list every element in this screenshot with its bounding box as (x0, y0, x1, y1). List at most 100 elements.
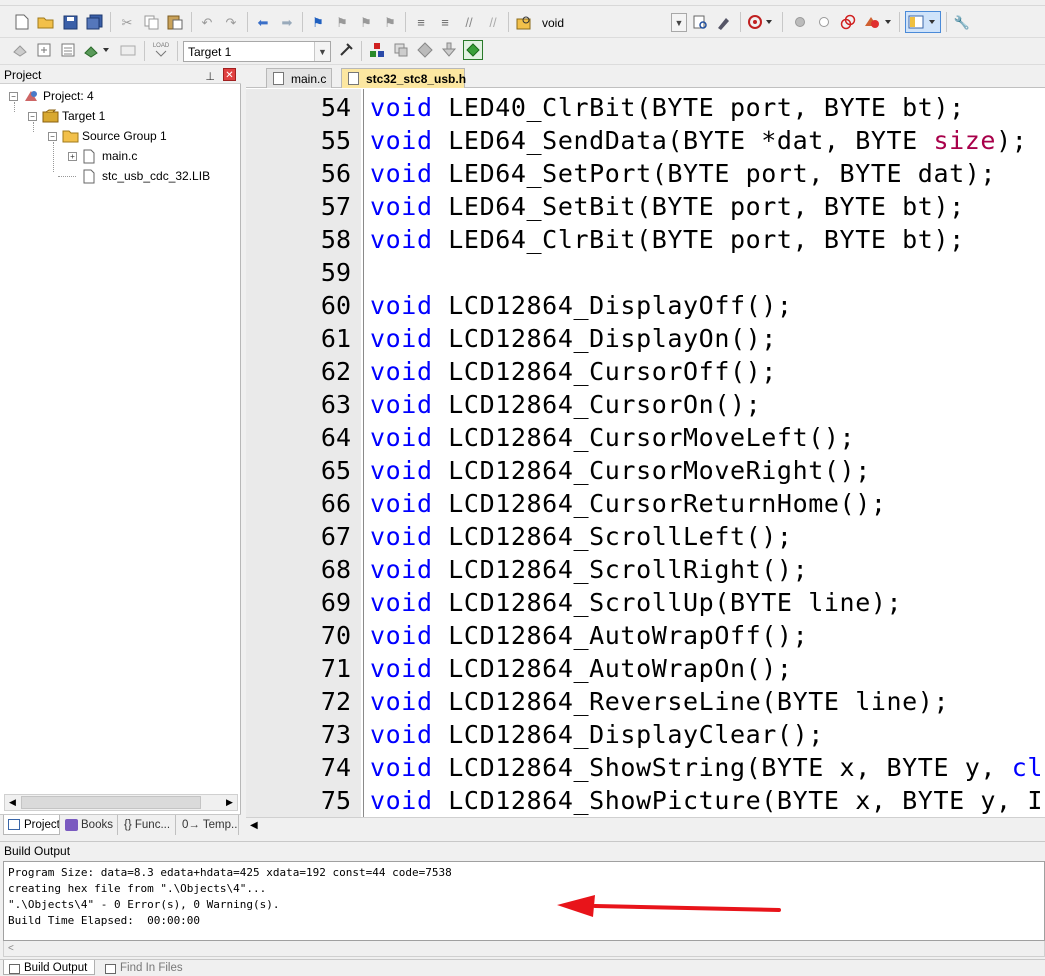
build-output-horizontal-scrollbar[interactable]: < (3, 941, 1045, 957)
close-icon[interactable]: ✕ (223, 68, 236, 81)
load-icon[interactable]: LOAD (151, 40, 171, 60)
scrollbar-thumb[interactable] (21, 796, 201, 809)
build-icon[interactable] (34, 40, 54, 60)
next-bookmark-icon[interactable]: ⚑ (356, 12, 376, 32)
pack-installer-icon[interactable] (439, 40, 459, 60)
tree-item-project[interactable]: − Project: 4 (9, 87, 94, 105)
bookmark-icon[interactable]: ⚑ (308, 12, 328, 32)
code-line[interactable]: 59 (246, 256, 1045, 289)
find-icon[interactable] (690, 12, 710, 32)
tree-item-target[interactable]: − Target 1 (28, 107, 105, 125)
tree-item-file[interactable]: + main.c (68, 147, 137, 165)
navigate-back-icon[interactable]: ⬅ (253, 12, 273, 32)
redo-icon[interactable]: ↷ (221, 12, 241, 32)
code-line[interactable]: 70 void LCD12864_AutoWrapOff(); (246, 619, 1045, 652)
pin-icon[interactable]: ⊥ (205, 68, 215, 86)
batch-build-icon[interactable] (82, 40, 114, 60)
undo-icon[interactable]: ↶ (197, 12, 217, 32)
copy-icon[interactable] (141, 12, 161, 32)
translate-icon[interactable] (10, 40, 30, 60)
tab-main-c[interactable]: main.c (266, 68, 332, 88)
code-line[interactable]: 66 void LCD12864_CursorReturnHome(); (246, 487, 1045, 520)
code-line[interactable]: 63 void LCD12864_CursorOn(); (246, 388, 1045, 421)
disable-all-breakpoints-icon[interactable] (838, 12, 858, 32)
code-line[interactable]: 58 void LED64_ClrBit(BYTE port, BYTE bt); (246, 223, 1045, 256)
scroll-left-icon[interactable]: < (8, 941, 14, 956)
tree-item-file[interactable]: stc_usb_cdc_32.LIB (82, 167, 210, 185)
code-text: void LCD12864_CursorMoveLeft(); (370, 421, 855, 454)
uncomment-icon[interactable]: // (483, 12, 503, 32)
code-line[interactable]: 65 void LCD12864_CursorMoveRight(); (246, 454, 1045, 487)
code-line[interactable]: 71 void LCD12864_AutoWrapOn(); (246, 652, 1045, 685)
code-line[interactable]: 73 void LCD12864_DisplayClear(); (246, 718, 1045, 751)
select-packs-icon[interactable] (415, 40, 435, 60)
find-combo[interactable]: void ▼ (537, 12, 687, 33)
chevron-down-icon[interactable]: ▼ (671, 13, 687, 32)
find-in-files-icon[interactable] (514, 12, 534, 32)
code-line[interactable]: 54 void LED40_ClrBit(BYTE port, BYTE bt); (246, 91, 1045, 124)
tab-books[interactable]: Books (61, 815, 118, 835)
scroll-left-icon[interactable]: ◀ (250, 818, 258, 833)
save-all-icon[interactable] (84, 12, 104, 32)
tab-project[interactable]: Project (3, 815, 60, 835)
collapse-icon[interactable]: − (48, 131, 57, 141)
scroll-right-icon[interactable]: ▶ (222, 795, 237, 810)
prev-bookmark-icon[interactable]: ⚑ (332, 12, 352, 32)
tab-build-output[interactable]: Build Output (3, 960, 95, 975)
chevron-down-icon[interactable]: ▼ (314, 42, 330, 61)
configure-icon[interactable]: 🔧 (952, 12, 972, 32)
open-folder-icon[interactable] (36, 12, 56, 32)
code-line[interactable]: 61 void LCD12864_DisplayOn(); (246, 322, 1045, 355)
tab-functions[interactable]: {} Func... (119, 815, 176, 835)
code-area[interactable]: 54 void LED40_ClrBit(BYTE port, BYTE bt);… (246, 91, 1045, 817)
code-line[interactable]: 64 void LCD12864_CursorMoveLeft(); (246, 421, 1045, 454)
indent-icon[interactable]: ≡ (411, 12, 431, 32)
window-layout-icon[interactable] (905, 11, 941, 33)
code-line[interactable]: 72 void LCD12864_ReverseLine(BYTE line); (246, 685, 1045, 718)
save-icon[interactable] (60, 12, 80, 32)
tab-stc32-stc8-usb-h[interactable]: stc32_stc8_usb.h (341, 68, 466, 88)
scroll-left-icon[interactable]: ◀ (5, 795, 20, 810)
editor-horizontal-scrollbar[interactable]: ◀ (246, 817, 1045, 833)
target-combo[interactable]: Target 1 ▼ (183, 41, 331, 62)
target-options-icon[interactable] (336, 40, 356, 60)
build-output-text[interactable]: Program Size: data=8.3 edata+hdata=425 x… (3, 861, 1045, 941)
tab-templates[interactable]: 0→ Temp... (177, 815, 239, 835)
project-horizontal-scrollbar[interactable]: ◀ ▶ (4, 794, 238, 811)
rebuild-icon[interactable] (58, 40, 78, 60)
code-line[interactable]: 74 void LCD12864_ShowString(BYTE x, BYTE … (246, 751, 1045, 784)
code-line[interactable]: 62 void LCD12864_CursorOff(); (246, 355, 1045, 388)
code-line[interactable]: 67 void LCD12864_ScrollLeft(); (246, 520, 1045, 553)
new-file-icon[interactable] (12, 12, 32, 32)
manage-components-icon[interactable] (391, 40, 411, 60)
code-line[interactable]: 55 void LED64_SendData(BYTE *dat, BYTE si… (246, 124, 1045, 157)
clear-bookmarks-icon[interactable]: ⚑ (380, 12, 400, 32)
unindent-icon[interactable]: ≡ (435, 12, 455, 32)
comment-icon[interactable]: // (459, 12, 479, 32)
disable-breakpoint-icon[interactable] (814, 12, 834, 32)
keyword-token: void (370, 357, 433, 386)
debug-session-icon[interactable] (746, 12, 776, 32)
code-line[interactable]: 57 void LED64_SetBit(BYTE port, BYTE bt); (246, 190, 1045, 223)
code-line[interactable]: 56 void LED64_SetPort(BYTE port, BYTE dat… (246, 157, 1045, 190)
code-line[interactable]: 60 void LCD12864_DisplayOff(); (246, 289, 1045, 322)
code-line[interactable]: 75 void LCD12864_ShowPicture(BYTE x, BYTE… (246, 784, 1045, 817)
breakpoint-icon[interactable] (790, 12, 810, 32)
cut-icon[interactable]: ✂ (117, 12, 137, 32)
collapse-icon[interactable]: − (28, 111, 37, 121)
editor-tabs: main.c stc32_stc8_usb.h (246, 66, 1045, 88)
code-line[interactable]: 68 void LCD12864_ScrollRight(); (246, 553, 1045, 586)
tree-item-source-group[interactable]: − Source Group 1 (48, 127, 167, 145)
menu-bar[interactable] (0, 0, 1045, 6)
run-time-environment-icon[interactable] (463, 40, 483, 60)
collapse-icon[interactable]: − (9, 91, 18, 101)
code-line[interactable]: 69 void LCD12864_ScrollUp(BYTE line); (246, 586, 1045, 619)
tab-find-in-files[interactable]: Find In Files (100, 960, 190, 975)
kill-breakpoints-icon[interactable] (862, 12, 894, 32)
incremental-find-icon[interactable] (714, 12, 734, 32)
expand-icon[interactable]: + (68, 151, 77, 161)
file-extensions-icon[interactable] (367, 40, 387, 60)
paste-icon[interactable] (165, 12, 185, 32)
stop-build-icon[interactable] (118, 40, 138, 60)
navigate-forward-icon[interactable]: ➡ (277, 12, 297, 32)
